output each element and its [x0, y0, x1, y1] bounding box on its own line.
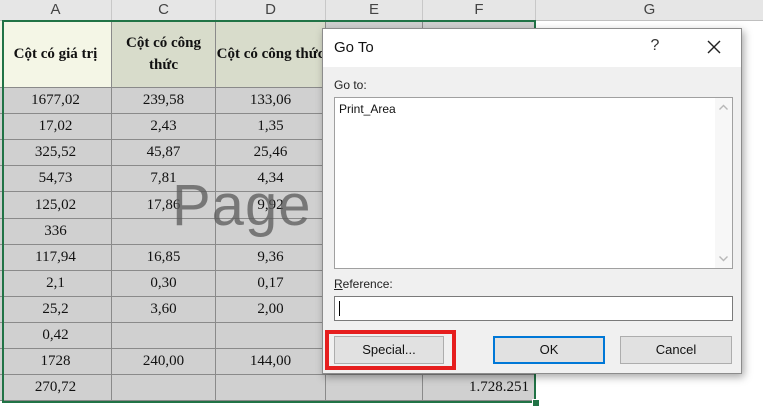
close-button[interactable]: [701, 35, 727, 59]
cell-c[interactable]: 16,85: [112, 245, 216, 271]
cell-d[interactable]: [216, 219, 326, 245]
close-icon: [707, 40, 721, 54]
cell-a[interactable]: 25,2: [0, 297, 112, 323]
cell-d[interactable]: 1,35: [216, 114, 326, 140]
column-header-a[interactable]: A: [0, 0, 112, 20]
cancel-button[interactable]: Cancel: [620, 336, 732, 364]
cell-d[interactable]: [216, 375, 326, 401]
scroll-up-icon[interactable]: [718, 102, 729, 113]
cell-a[interactable]: 0,42: [0, 323, 112, 349]
cell-c[interactable]: 0,30: [112, 271, 216, 297]
help-button[interactable]: ?: [645, 37, 665, 55]
column-header-g[interactable]: G: [536, 0, 763, 20]
goto-list-item-print-area[interactable]: Print_Area: [339, 102, 396, 116]
cell-a[interactable]: 117,94: [0, 245, 112, 271]
special-button[interactable]: Special...: [334, 336, 444, 364]
cell-a[interactable]: 125,02: [0, 192, 112, 219]
cell-a[interactable]: 270,72: [0, 375, 112, 401]
dialog-titlebar[interactable]: Go To ?: [323, 29, 741, 67]
cell-a[interactable]: 1677,02: [0, 88, 112, 114]
cell-c[interactable]: 17,86: [112, 192, 216, 219]
cell-d[interactable]: 4,34: [216, 166, 326, 192]
cell-c[interactable]: [112, 323, 216, 349]
column-header-row: A C D E F G: [0, 0, 763, 21]
scroll-down-icon[interactable]: [718, 253, 729, 264]
cell-a[interactable]: 1728: [0, 349, 112, 375]
text-caret: [339, 301, 340, 316]
cell-a[interactable]: 325,52: [0, 140, 112, 166]
cell-a[interactable]: 17,02: [0, 114, 112, 140]
reference-label-rest: eference:: [342, 277, 393, 291]
cell-a[interactable]: 2,1: [0, 271, 112, 297]
cell-c[interactable]: 239,58: [112, 88, 216, 114]
header-cell-a[interactable]: Cột có giá trị: [0, 21, 112, 88]
header-cell-c[interactable]: Cột có công thức: [112, 21, 216, 88]
column-header-f[interactable]: F: [423, 0, 536, 20]
column-header-d[interactable]: D: [216, 0, 326, 20]
cell-d[interactable]: 9,36: [216, 245, 326, 271]
header-cell-d[interactable]: Cột có công thức: [216, 21, 326, 88]
cell-a[interactable]: 54,73: [0, 166, 112, 192]
cell-d[interactable]: 0,17: [216, 271, 326, 297]
goto-label: Go to:: [334, 78, 367, 92]
cell-a[interactable]: 336: [0, 219, 112, 245]
goto-dialog: Go To ? Go to: Print_Area Reference: Spe…: [322, 28, 742, 374]
cell-c[interactable]: 240,00: [112, 349, 216, 375]
goto-listbox[interactable]: Print_Area: [334, 97, 733, 269]
cell-c[interactable]: [112, 219, 216, 245]
reference-label: Reference:: [334, 277, 393, 291]
listbox-scrollbar[interactable]: [715, 98, 732, 268]
column-header-e[interactable]: E: [326, 0, 423, 20]
cell-e[interactable]: [326, 375, 423, 401]
cell-d[interactable]: 9,92: [216, 192, 326, 219]
dialog-title: Go To: [334, 39, 374, 56]
cell-d[interactable]: 25,46: [216, 140, 326, 166]
cell-d[interactable]: 2,00: [216, 297, 326, 323]
cell-d[interactable]: [216, 323, 326, 349]
cell-d[interactable]: 133,06: [216, 88, 326, 114]
cell-c[interactable]: [112, 375, 216, 401]
cell-c[interactable]: 3,60: [112, 297, 216, 323]
cell-c[interactable]: 45,87: [112, 140, 216, 166]
cell-c[interactable]: 7,81: [112, 166, 216, 192]
reference-input[interactable]: [334, 296, 733, 321]
ok-button[interactable]: OK: [493, 336, 605, 364]
reference-label-accesskey: R: [334, 277, 343, 291]
cell-f[interactable]: 1.728.251: [423, 375, 536, 401]
cell-d[interactable]: 144,00: [216, 349, 326, 375]
cell-c[interactable]: 2,43: [112, 114, 216, 140]
column-header-c[interactable]: C: [112, 0, 216, 20]
